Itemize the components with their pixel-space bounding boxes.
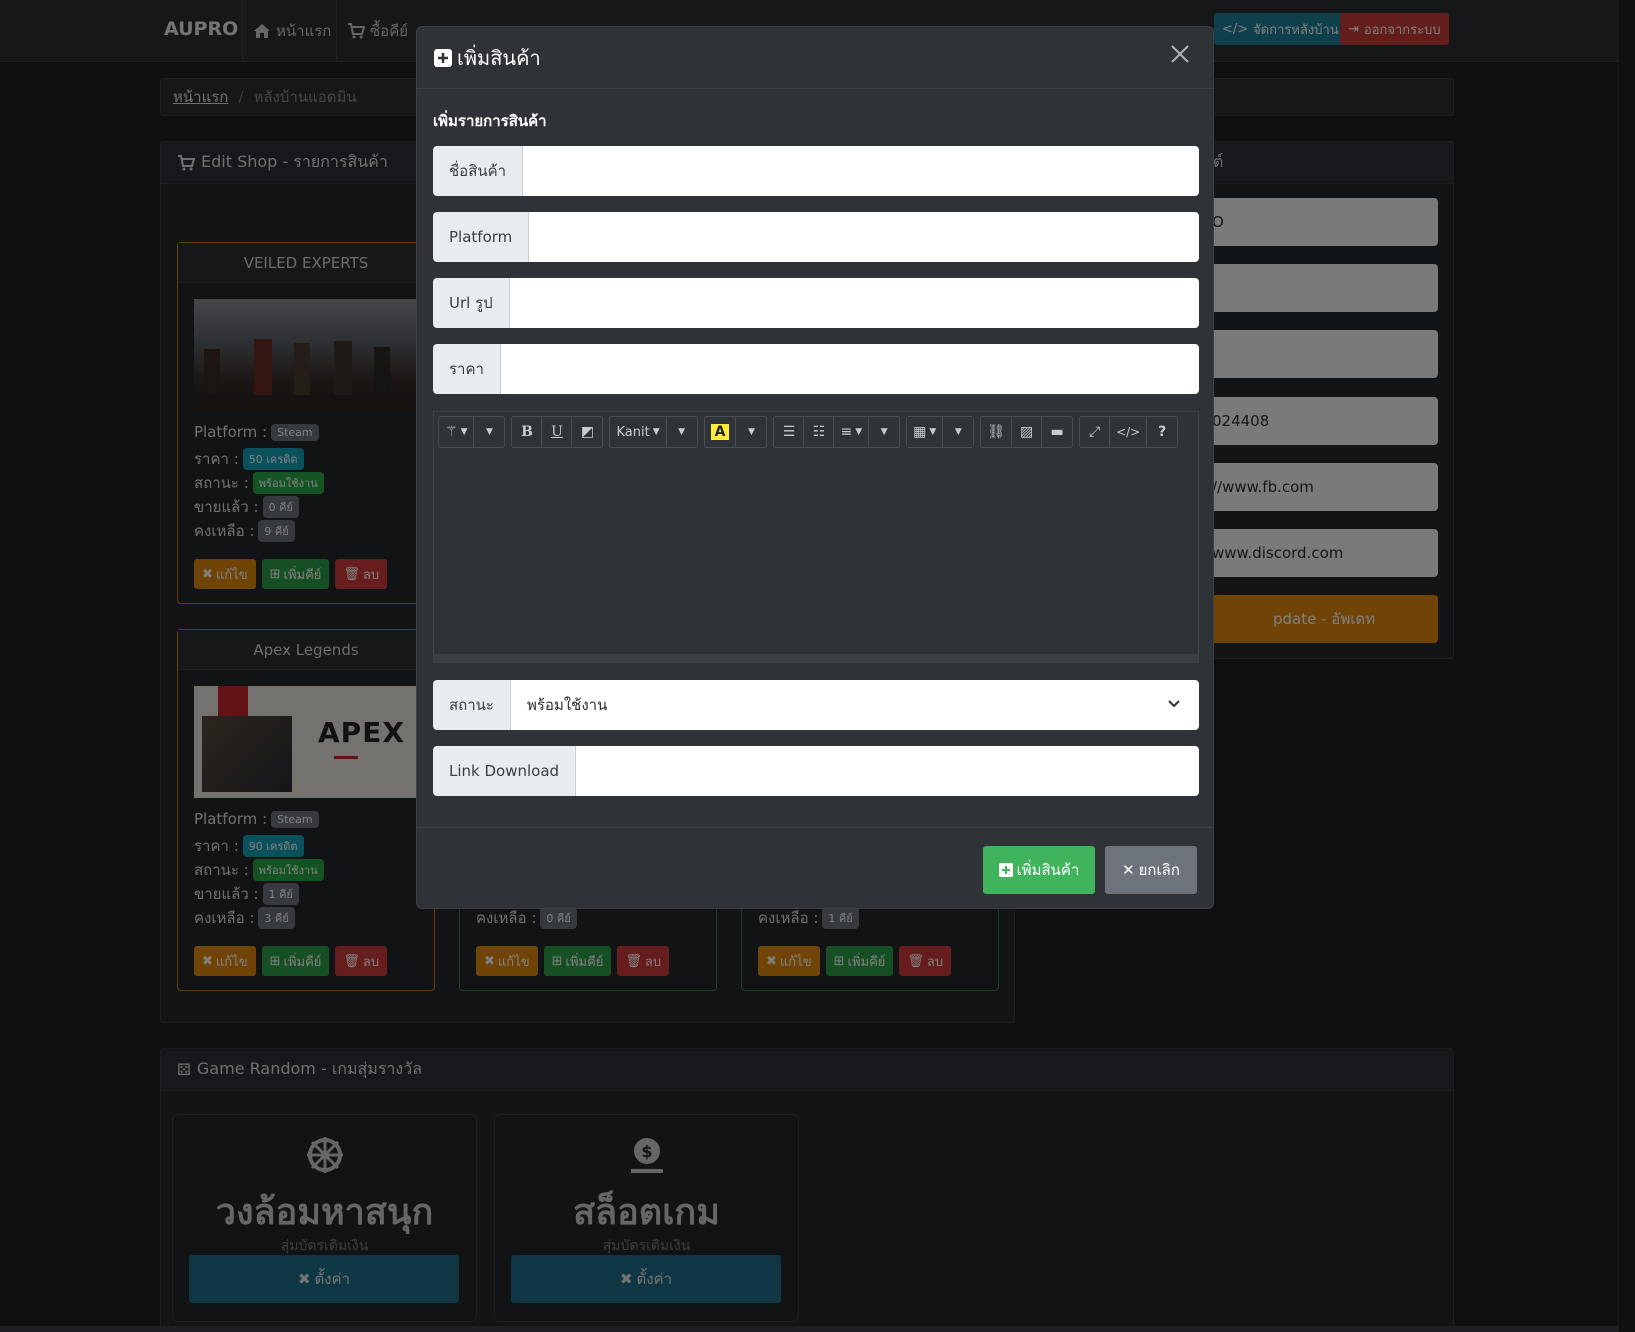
table-icon: ▦ bbox=[913, 424, 927, 440]
code-icon: </> bbox=[1116, 425, 1141, 439]
underline-button[interactable]: U bbox=[542, 417, 573, 447]
toolbar-group-color: A ▼ bbox=[703, 416, 768, 448]
status-select-value: พร้อมใช้งาน bbox=[526, 696, 608, 714]
help-button[interactable]: ? bbox=[1147, 417, 1177, 447]
style-button[interactable]: ⚚ ▼ bbox=[439, 417, 475, 447]
toolbar-group-style: ⚚ ▼ ▼ bbox=[438, 416, 506, 448]
editor-toolbar: ⚚ ▼ ▼ B U ◩ Kanit ▼ ▼ A ▼ ☰ ☷ ≡ ▼ ▼ ▦ ▼ … bbox=[438, 416, 1179, 448]
product-name-group: ชื่อสินค้า bbox=[433, 146, 1199, 196]
chevron-down-icon bbox=[1168, 700, 1180, 708]
link-icon: ⛓ bbox=[987, 424, 1006, 440]
link-button[interactable]: ⛓ bbox=[981, 417, 1013, 447]
caret-down-icon: ▼ bbox=[880, 427, 888, 437]
underline-glyph: U bbox=[551, 424, 563, 440]
toolbar-group-table: ▦ ▼ ▼ bbox=[906, 416, 975, 448]
font-family-button[interactable]: Kanit ▼ bbox=[610, 417, 667, 447]
download-group: Link Download bbox=[433, 746, 1199, 796]
ordered-list-icon: ☷ bbox=[812, 424, 826, 440]
product-name-label: ชื่อสินค้า bbox=[433, 146, 524, 196]
bold-glyph: B bbox=[521, 424, 533, 440]
price-field-label: ราคา bbox=[433, 344, 501, 394]
modal-header: เพิ่มสินค้า bbox=[417, 27, 1213, 89]
unordered-list-icon: ☰ bbox=[782, 424, 796, 440]
video-button[interactable]: ▬ bbox=[1042, 417, 1072, 447]
caret-down-icon: ▼ bbox=[486, 427, 493, 437]
caret-down-icon: ▼ bbox=[748, 427, 755, 437]
image-button[interactable]: ▨ bbox=[1012, 417, 1043, 447]
caret-down-icon: ▼ bbox=[954, 427, 962, 437]
align-left-icon: ≡ bbox=[840, 424, 853, 440]
table-button[interactable]: ▦ ▼ bbox=[907, 417, 944, 447]
image-url-input[interactable] bbox=[509, 278, 1199, 328]
toolbar-group-para: ☰ ☷ ≡ ▼ ▼ bbox=[773, 416, 901, 448]
add-product-modal: เพิ่มสินค้า เพิ่มรายการสินค้า ชื่อสินค้า… bbox=[416, 26, 1214, 909]
toolbar-group-insert: ⛓ ▨ ▬ bbox=[980, 416, 1074, 448]
plus-square-icon bbox=[998, 863, 1013, 877]
video-icon: ▬ bbox=[1050, 424, 1064, 440]
close-icon: ✕ bbox=[1122, 861, 1135, 879]
platform-group: Platform bbox=[433, 212, 1199, 262]
table-dropdown[interactable]: ▼ bbox=[943, 417, 973, 447]
product-name-input[interactable] bbox=[523, 146, 1199, 196]
close-icon[interactable] bbox=[1169, 43, 1191, 65]
modal-footer: เพิ่มสินค้า ✕ ยกเลิก bbox=[417, 827, 1213, 910]
picture-icon: ▨ bbox=[1019, 424, 1034, 440]
caret-down-icon: ▼ bbox=[460, 427, 468, 437]
modal-title: เพิ่มสินค้า bbox=[457, 45, 541, 70]
status-select[interactable]: พร้อมใช้งาน bbox=[510, 680, 1199, 730]
caret-down-icon: ▼ bbox=[929, 427, 937, 437]
align-button[interactable]: ≡ ▼ bbox=[834, 417, 870, 447]
status-group: สถานะ พร้อมใช้งาน bbox=[433, 680, 1199, 730]
price-group: ราคา bbox=[433, 344, 1199, 394]
fullscreen-icon: ⤢ bbox=[1088, 424, 1101, 440]
toolbar-group-format: B U ◩ bbox=[511, 416, 604, 448]
add-product-submit-button[interactable]: เพิ่มสินค้า bbox=[983, 846, 1095, 894]
plus-square-icon bbox=[434, 48, 452, 67]
eraser-icon: ◩ bbox=[580, 424, 595, 440]
font-family-dropdown[interactable]: ▼ bbox=[667, 417, 697, 447]
image-url-label: Url รูป bbox=[433, 278, 510, 328]
toolbar-group-font: Kanit ▼ ▼ bbox=[609, 416, 698, 448]
highlight-icon: A bbox=[710, 424, 730, 440]
caret-down-icon: ▼ bbox=[855, 427, 863, 437]
eraser-button[interactable]: ◩ bbox=[572, 417, 602, 447]
price-input[interactable] bbox=[500, 344, 1199, 394]
number-list-button[interactable]: ☷ bbox=[804, 417, 835, 447]
font-family-label: Kanit bbox=[616, 424, 650, 440]
align-dropdown[interactable]: ▼ bbox=[869, 417, 899, 447]
codeview-button[interactable]: </> bbox=[1110, 417, 1148, 447]
status-field-label: สถานะ bbox=[433, 680, 511, 730]
image-url-group: Url รูป bbox=[433, 278, 1199, 328]
modal-subtitle: เพิ่มรายการสินค้า bbox=[433, 112, 547, 130]
text-color-dropdown[interactable]: ▼ bbox=[736, 417, 766, 447]
download-link-input[interactable] bbox=[576, 746, 1199, 796]
magic-icon: ⚚ bbox=[445, 424, 458, 440]
style-dropdown[interactable]: ▼ bbox=[474, 417, 504, 447]
fullscreen-button[interactable]: ⤢ bbox=[1080, 417, 1111, 447]
editor-resize-handle[interactable] bbox=[434, 654, 1198, 662]
text-color-button[interactable]: A bbox=[705, 417, 737, 447]
platform-input[interactable] bbox=[529, 212, 1199, 262]
bold-button[interactable]: B bbox=[512, 417, 543, 447]
download-field-label: Link Download bbox=[433, 746, 577, 796]
bullet-list-button[interactable]: ☰ bbox=[774, 417, 805, 447]
caret-down-icon: ▼ bbox=[678, 427, 686, 437]
caret-down-icon: ▼ bbox=[652, 427, 660, 437]
help-icon: ? bbox=[1158, 424, 1167, 440]
cancel-button-label: ยกเลิก bbox=[1138, 861, 1180, 879]
description-editor[interactable]: ⚚ ▼ ▼ B U ◩ Kanit ▼ ▼ A ▼ ☰ ☷ ≡ ▼ ▼ ▦ ▼ … bbox=[433, 411, 1199, 663]
cancel-button[interactable]: ✕ ยกเลิก bbox=[1105, 846, 1197, 894]
platform-field-label: Platform bbox=[433, 212, 530, 262]
toolbar-group-view: ⤢ </> ? bbox=[1079, 416, 1179, 448]
add-product-submit-label: เพิ่มสินค้า bbox=[1016, 861, 1080, 879]
